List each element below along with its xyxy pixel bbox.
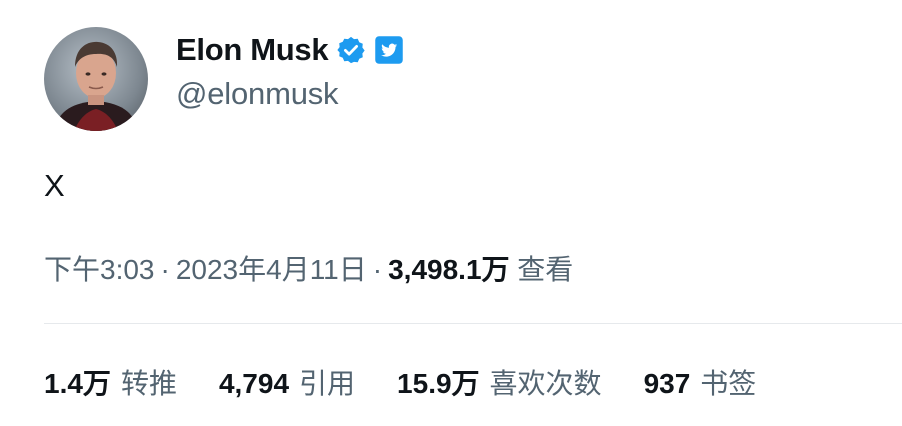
verified-badge-icon (336, 35, 366, 65)
views-count: 3,498.1万 (388, 254, 510, 285)
quotes-count: 4,794 (218, 368, 290, 399)
tweet-meta: 下午3:03 · 2023年4月11日 · 3,498.1万 查看 (44, 248, 573, 288)
retweets-stat[interactable]: 1.4万 转推 (44, 362, 177, 402)
user-handle[interactable]: @elonmusk (176, 76, 339, 112)
likes-stat[interactable]: 15.9万 喜欢次数 (397, 362, 602, 402)
tweet-card: Elon Musk @elonmusk X 下午3:03 · 2023年4月11日 ·… (0, 0, 902, 426)
tweet-date[interactable]: 2023年4月11日 (176, 254, 367, 285)
bookmarks-stat[interactable]: 937 书签 (644, 362, 757, 402)
meta-separator: · (372, 254, 383, 285)
twitter-bird-icon[interactable] (374, 35, 404, 65)
bookmarks-count: 937 (643, 368, 691, 399)
name-row: Elon Musk (176, 30, 404, 70)
tweet-time[interactable]: 下午3:03 (44, 254, 155, 285)
retweets-label: 转推 (120, 368, 177, 399)
views-label: 查看 (517, 254, 574, 285)
quotes-stat[interactable]: 4,794 引用 (219, 362, 355, 402)
display-name[interactable]: Elon Musk (176, 32, 329, 68)
avatar[interactable] (44, 27, 148, 131)
likes-count: 15.9万 (397, 368, 480, 399)
tweet-text: X (44, 168, 65, 203)
engagement-stats: 1.4万 转推 4,794 引用 15.9万 喜欢次数 937 书签 (44, 362, 756, 402)
avatar-portrait-icon (54, 41, 138, 131)
quotes-label: 引用 (299, 368, 356, 399)
bookmarks-label: 书签 (700, 368, 757, 399)
likes-label: 喜欢次数 (489, 368, 602, 399)
divider (44, 323, 902, 324)
meta-separator: · (160, 254, 170, 285)
retweets-count: 1.4万 (44, 368, 111, 399)
